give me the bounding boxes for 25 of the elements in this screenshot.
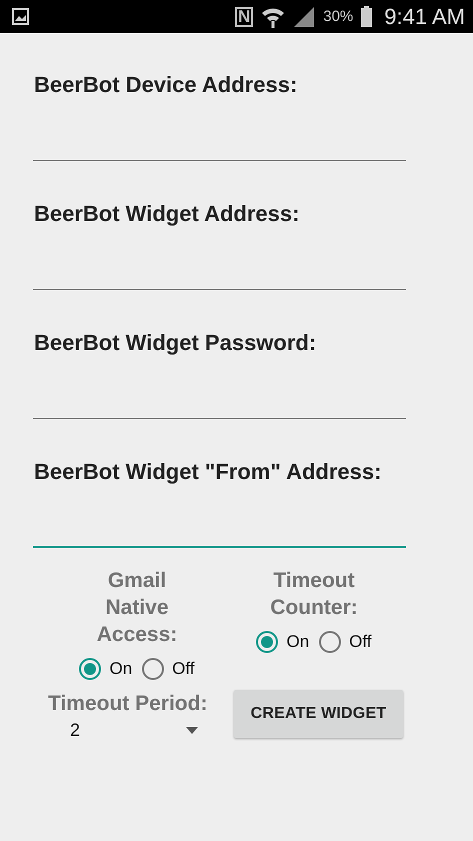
field-label: BeerBot Widget Password: [34,329,318,357]
radio-button[interactable] [142,658,164,680]
field-label: BeerBot Widget Address: [34,200,300,228]
radio-button[interactable] [256,631,278,653]
battery-percent: 30% [323,8,354,25]
radio-label[interactable]: On [286,632,310,652]
clock-time: 9:41 AM [384,4,465,30]
battery-icon [361,6,372,27]
radio-label[interactable]: On [109,659,132,679]
timeout-dropdown[interactable]: 2 [48,716,220,741]
option-label: Gmail Native Access: [96,568,178,648]
radio-button[interactable] [79,658,102,680]
nfc-icon: N [234,6,254,26]
timeout-period-label: Timeout Period: [48,692,208,716]
option-label: Timeout Counter: [269,568,359,621]
field-label: BeerBot Device Address: [34,71,298,99]
signal-icon [293,6,316,28]
radio-label[interactable]: Off [172,659,195,679]
wifi-icon [261,6,286,28]
dropdown-caret-icon [186,727,198,734]
field-label: BeerBot Widget "From" Address: [34,458,382,486]
picture-icon [12,8,29,25]
radio-label[interactable]: Off [349,632,372,652]
radio-button[interactable] [319,631,342,653]
create-widget-button[interactable]: CREATE WIDGET [234,690,403,738]
